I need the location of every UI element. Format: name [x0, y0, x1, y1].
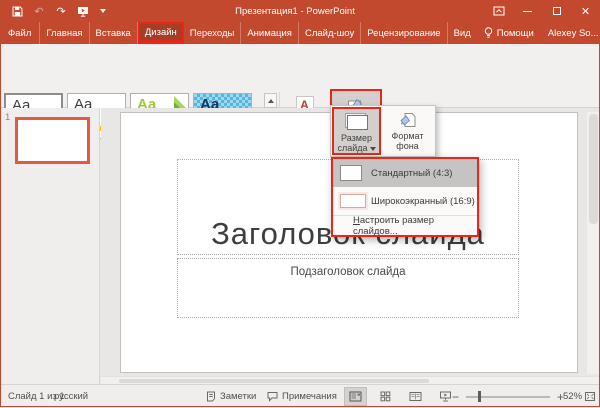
zoom-out-button[interactable]: − — [452, 390, 459, 404]
vertical-scrollbar[interactable] — [587, 112, 600, 374]
horizontal-scrollbar[interactable] — [101, 376, 600, 384]
tab-animations[interactable]: Анимация — [241, 22, 299, 44]
comment-bubble-icon — [267, 392, 278, 402]
notes-toggle[interactable]: Заметки — [206, 385, 256, 408]
minimize-button[interactable] — [513, 0, 542, 22]
fit-slide-icon — [585, 392, 595, 401]
main-area: 1 Заголовок слайда Подзаголовок слайда — [0, 108, 600, 384]
slide-number: 1 — [5, 112, 11, 123]
title-bar: ↶ ↷ Презентация1 - PowerPoint ✕ — [0, 0, 600, 22]
menu-item-widescreen-16-9[interactable]: Широкоэкранный (16:9) — [333, 187, 477, 215]
tabs-right-group: Помощи Alexey So... Общий доступ — [477, 22, 600, 44]
tab-view[interactable]: Вид — [448, 22, 477, 44]
reading-view-button[interactable] — [404, 387, 427, 406]
tab-slideshow[interactable]: Слайд-шоу — [299, 22, 362, 44]
tab-home[interactable]: Главная — [40, 22, 90, 44]
slide-size-button[interactable]: Размер слайда — [332, 107, 381, 155]
view-switcher — [344, 387, 457, 406]
slide-sorter-icon — [380, 391, 391, 402]
undo-icon[interactable]: ↶ — [32, 3, 46, 19]
tab-review[interactable]: Рецензирование — [361, 22, 448, 44]
ribbon-tabs: Файл Главная Вставка Дизайн Переходы Ани… — [0, 22, 600, 44]
notes-icon — [207, 391, 215, 402]
gallery-scroll-up-button[interactable] — [264, 93, 277, 108]
start-slideshow-icon[interactable] — [76, 3, 90, 19]
reading-view-icon — [409, 392, 422, 401]
format-background-button[interactable]: Формат фона — [383, 107, 432, 155]
vertical-scrollbar-thumb[interactable] — [589, 114, 598, 224]
normal-view-button[interactable] — [344, 387, 367, 406]
standard-ratio-icon — [340, 165, 362, 181]
slideshow-icon — [440, 391, 451, 402]
tab-transitions[interactable]: Переходы — [184, 22, 242, 44]
window-controls: ✕ — [484, 0, 600, 22]
zoom-slider[interactable] — [466, 391, 551, 402]
menu-item-standard-4-3[interactable]: Стандартный (4:3) — [333, 159, 477, 187]
subtitle-placeholder[interactable]: Подзаголовок слайда — [177, 258, 519, 318]
ribbon-design: Aa Aa Aa Aa A — [0, 44, 600, 150]
chevron-down-icon — [369, 146, 376, 151]
tab-insert[interactable]: Вставка — [90, 22, 138, 44]
powerpoint-window: ↶ ↷ Презентация1 - PowerPoint ✕ Файл Гла… — [0, 0, 600, 407]
save-icon[interactable] — [10, 3, 24, 19]
lightbulb-icon — [484, 27, 492, 38]
ribbon-display-options-button[interactable] — [484, 0, 513, 22]
tell-me-help[interactable]: Помощи — [477, 22, 541, 44]
customize-dropdown-panel: Размер слайда Формат фона — [330, 105, 436, 157]
normal-view-icon — [349, 391, 362, 402]
maximize-button[interactable] — [542, 0, 571, 22]
close-button[interactable]: ✕ — [571, 0, 600, 22]
format-background-icon — [400, 113, 415, 127]
window-title: Презентация1 - PowerPoint — [235, 5, 355, 17]
language-indicator[interactable]: русский — [54, 385, 88, 408]
menu-item-custom-slide-size[interactable]: Настроить размер слайдов... — [333, 215, 477, 237]
horizontal-scrollbar-thumb[interactable] — [119, 379, 429, 383]
status-bar: Слайд 1 из 1 русский Заметки Примечания — [0, 384, 600, 407]
redo-icon[interactable]: ↷ — [54, 3, 68, 19]
comments-toggle[interactable]: Примечания — [267, 385, 337, 408]
fit-to-window-button[interactable] — [584, 385, 596, 408]
slide-thumbnails-panel: 1 — [0, 108, 100, 384]
slide-size-menu: Стандартный (4:3) Широкоэкранный (16:9) … — [331, 157, 479, 237]
zoom-slider-thumb[interactable] — [478, 391, 482, 402]
slide-sorter-view-button[interactable] — [374, 387, 397, 406]
slide-1-thumbnail[interactable] — [15, 117, 90, 164]
tab-file[interactable]: Файл — [0, 22, 41, 44]
slide-size-icon — [344, 113, 369, 131]
widescreen-ratio-icon — [340, 194, 366, 208]
zoom-controls: − + — [452, 385, 564, 408]
quick-access-toolbar: ↶ ↷ — [0, 3, 106, 19]
account-name[interactable]: Alexey So... — [541, 22, 600, 44]
tab-design[interactable]: Дизайн — [137, 22, 184, 44]
zoom-percentage[interactable]: 52% — [563, 385, 582, 408]
